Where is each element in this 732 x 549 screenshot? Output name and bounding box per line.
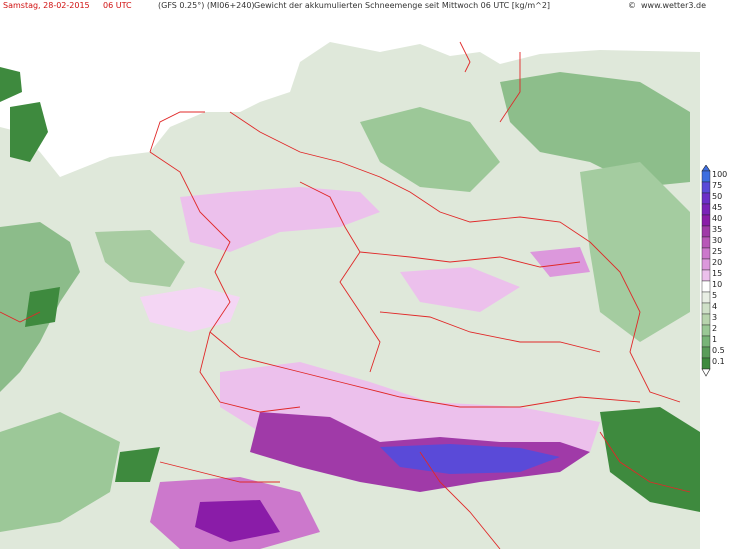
legend-top-arrow bbox=[701, 165, 711, 172]
legend-swatch bbox=[701, 225, 711, 238]
legend-swatch bbox=[701, 302, 711, 315]
legend-swatch bbox=[701, 214, 711, 227]
header-title: Gewicht der akkumulierten Schneemenge se… bbox=[254, 1, 551, 10]
legend-swatch bbox=[701, 170, 711, 183]
legend-label: 35 bbox=[712, 225, 723, 234]
legend-label: 25 bbox=[712, 247, 723, 256]
legend-swatch bbox=[701, 192, 711, 205]
legend-swatch bbox=[701, 258, 711, 271]
legend-swatch bbox=[701, 335, 711, 348]
snow-map bbox=[0, 12, 700, 549]
legend-label: 0.5 bbox=[712, 346, 725, 355]
legend-bottom-arrow bbox=[701, 368, 711, 377]
legend: 100 75 50 45 40 35 30 25 20 15 10 5 4 3 2 1 0.5 0.1 bbox=[700, 165, 732, 377]
legend-label: 45 bbox=[712, 203, 723, 212]
header-date: Samstag, 28-02-2015 bbox=[3, 1, 90, 10]
legend-label: 100 bbox=[712, 170, 728, 179]
legend-swatch bbox=[701, 280, 711, 293]
header-site: www.wetter3.de bbox=[641, 1, 707, 10]
legend-swatch bbox=[701, 181, 711, 194]
legend-label: 1 bbox=[712, 335, 718, 344]
legend-label: 0.1 bbox=[712, 357, 725, 366]
legend-label: 75 bbox=[712, 181, 723, 190]
legend-label: 10 bbox=[712, 280, 723, 289]
legend-swatch bbox=[701, 269, 711, 282]
copyright-symbol: © bbox=[628, 1, 636, 10]
legend-swatch bbox=[701, 346, 711, 359]
header-model: (GFS 0.25°) (MI06+240) bbox=[158, 1, 255, 10]
legend-label: 40 bbox=[712, 214, 723, 223]
green-patch-a bbox=[25, 287, 60, 327]
legend-swatch bbox=[701, 324, 711, 337]
legend-label: 20 bbox=[712, 258, 723, 267]
forecast-chart-window: { "header": { "date": "Samstag, 28-02-20… bbox=[0, 0, 732, 549]
legend-label: 3 bbox=[712, 313, 718, 322]
legend-swatch bbox=[701, 247, 711, 260]
header-bar: Samstag, 28-02-2015 06 UTC (GFS 0.25°) (… bbox=[0, 0, 732, 12]
legend-label: 4 bbox=[712, 302, 718, 311]
header-time: 06 UTC bbox=[103, 1, 132, 10]
legend-swatch bbox=[701, 236, 711, 249]
legend-label: 2 bbox=[712, 324, 718, 333]
legend-swatch bbox=[701, 203, 711, 216]
legend-label: 15 bbox=[712, 269, 723, 278]
legend-swatch bbox=[701, 291, 711, 304]
legend-label: 5 bbox=[712, 291, 718, 300]
legend-label: 30 bbox=[712, 236, 723, 245]
legend-label: 50 bbox=[712, 192, 723, 201]
legend-swatch bbox=[701, 357, 711, 370]
legend-swatch bbox=[701, 313, 711, 326]
legend-color-bar bbox=[701, 165, 711, 377]
